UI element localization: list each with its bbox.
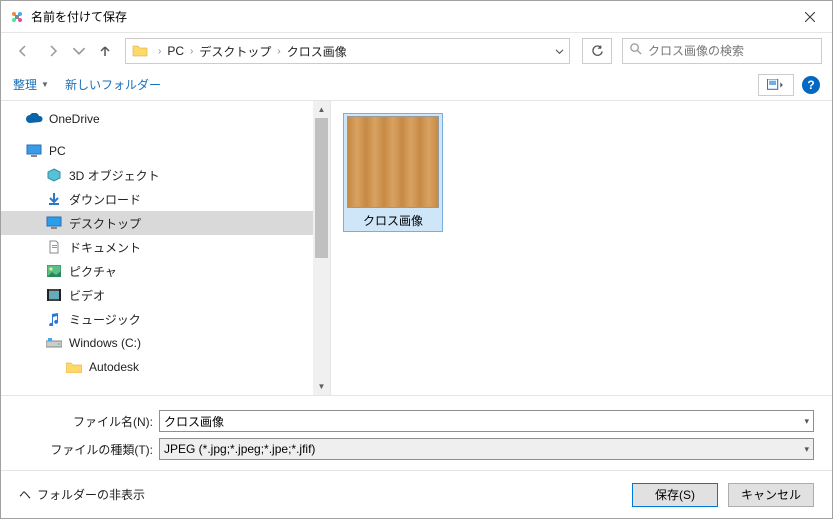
paint-app-icon: [9, 9, 25, 25]
tree-onedrive[interactable]: OneDrive: [1, 107, 330, 131]
recent-dropdown[interactable]: [71, 39, 87, 63]
chevron-right-icon: ›: [186, 46, 197, 57]
save-as-dialog: 名前を付けて保存 › PC › デスクトップ › クロス画像: [0, 0, 833, 519]
save-button[interactable]: 保存(S): [632, 483, 718, 507]
footer: ヘ フォルダーの非表示 保存(S) キャンセル: [1, 470, 832, 518]
filename-label: ファイル名(N):: [19, 413, 159, 430]
scroll-thumb[interactable]: [315, 118, 328, 258]
back-button[interactable]: [11, 39, 35, 63]
tree-autodesk[interactable]: Autodesk: [1, 355, 330, 379]
document-icon: [45, 238, 63, 256]
nav-row: › PC › デスクトップ › クロス画像: [1, 33, 832, 69]
tree-music[interactable]: ミュージック: [1, 307, 330, 331]
desktop-icon: [45, 214, 63, 232]
new-folder-button[interactable]: 新しいフォルダー: [65, 76, 161, 93]
file-item[interactable]: クロス画像: [343, 113, 443, 232]
crumb-folder[interactable]: クロス画像: [285, 43, 349, 60]
tree-3d-objects[interactable]: 3D オブジェクト: [1, 163, 330, 187]
crumb-pc[interactable]: PC: [165, 44, 186, 58]
fields-area: ファイル名(N): ▾ ファイルの種類(T): JPEG (*.jpg;*.jp…: [1, 395, 832, 470]
body: OneDrive PC 3D オブジェクト ダウンロード デスクトップ ドキュメ…: [1, 101, 832, 395]
forward-button[interactable]: [41, 39, 65, 63]
music-icon: [45, 310, 63, 328]
onedrive-icon: [25, 110, 43, 128]
filetype-label: ファイルの種類(T):: [19, 441, 159, 458]
tree-documents[interactable]: ドキュメント: [1, 235, 330, 259]
tree-pictures[interactable]: ピクチャ: [1, 259, 330, 283]
tree-c-drive[interactable]: Windows (C:): [1, 331, 330, 355]
pc-icon: [25, 142, 43, 160]
filetype-value: JPEG (*.jpg;*.jpeg;*.jpe;*.jfif): [164, 442, 315, 456]
scroll-track[interactable]: [313, 118, 330, 378]
file-thumbnail: [347, 116, 439, 208]
cube-icon: [45, 166, 63, 184]
refresh-button[interactable]: [582, 38, 612, 64]
organize-button[interactable]: 整理▼: [13, 76, 49, 93]
drive-icon: [45, 334, 63, 352]
window-title: 名前を付けて保存: [31, 8, 787, 25]
tree-downloads[interactable]: ダウンロード: [1, 187, 330, 211]
tree-scrollbar[interactable]: ▲ ▼: [313, 101, 330, 395]
file-list[interactable]: クロス画像: [331, 101, 832, 395]
search-box[interactable]: [622, 38, 822, 64]
folder-icon: [130, 41, 150, 61]
search-icon: [629, 42, 642, 60]
search-input[interactable]: [648, 44, 815, 58]
folder-icon: [65, 358, 83, 376]
chevron-right-icon: ›: [273, 46, 284, 57]
cancel-button[interactable]: キャンセル: [728, 483, 814, 507]
tree-pc[interactable]: PC: [1, 139, 330, 163]
toolbar: 整理▼ 新しいフォルダー ?: [1, 69, 832, 101]
hide-folders-link[interactable]: ヘ フォルダーの非表示: [19, 486, 145, 503]
address-bar[interactable]: › PC › デスクトップ › クロス画像: [125, 38, 570, 64]
tree-videos[interactable]: ビデオ: [1, 283, 330, 307]
up-button[interactable]: [93, 39, 117, 63]
help-button[interactable]: ?: [802, 76, 820, 94]
folder-tree: OneDrive PC 3D オブジェクト ダウンロード デスクトップ ドキュメ…: [1, 101, 331, 395]
filename-input-wrap[interactable]: ▾: [159, 410, 814, 432]
crumb-desktop[interactable]: デスクトップ: [197, 43, 273, 60]
video-icon: [45, 286, 63, 304]
chevron-down-icon[interactable]: ▾: [804, 444, 809, 455]
close-button[interactable]: [787, 1, 832, 32]
titlebar: 名前を付けて保存: [1, 1, 832, 33]
file-name: クロス画像: [363, 212, 423, 229]
view-options-button[interactable]: [758, 74, 794, 96]
picture-icon: [45, 262, 63, 280]
tree-desktop[interactable]: デスクトップ: [1, 211, 330, 235]
download-icon: [45, 190, 63, 208]
chevron-right-icon: ›: [154, 46, 165, 57]
filename-input[interactable]: [164, 414, 804, 428]
filetype-combo[interactable]: JPEG (*.jpg;*.jpeg;*.jpe;*.jfif) ▾: [159, 438, 814, 460]
address-dropdown[interactable]: [549, 47, 569, 56]
breadcrumb: › PC › デスクトップ › クロス画像: [154, 43, 349, 60]
chevron-up-icon: ヘ: [19, 486, 31, 503]
scroll-down-icon[interactable]: ▼: [313, 378, 330, 395]
scroll-up-icon[interactable]: ▲: [313, 101, 330, 118]
chevron-down-icon[interactable]: ▾: [804, 416, 809, 427]
